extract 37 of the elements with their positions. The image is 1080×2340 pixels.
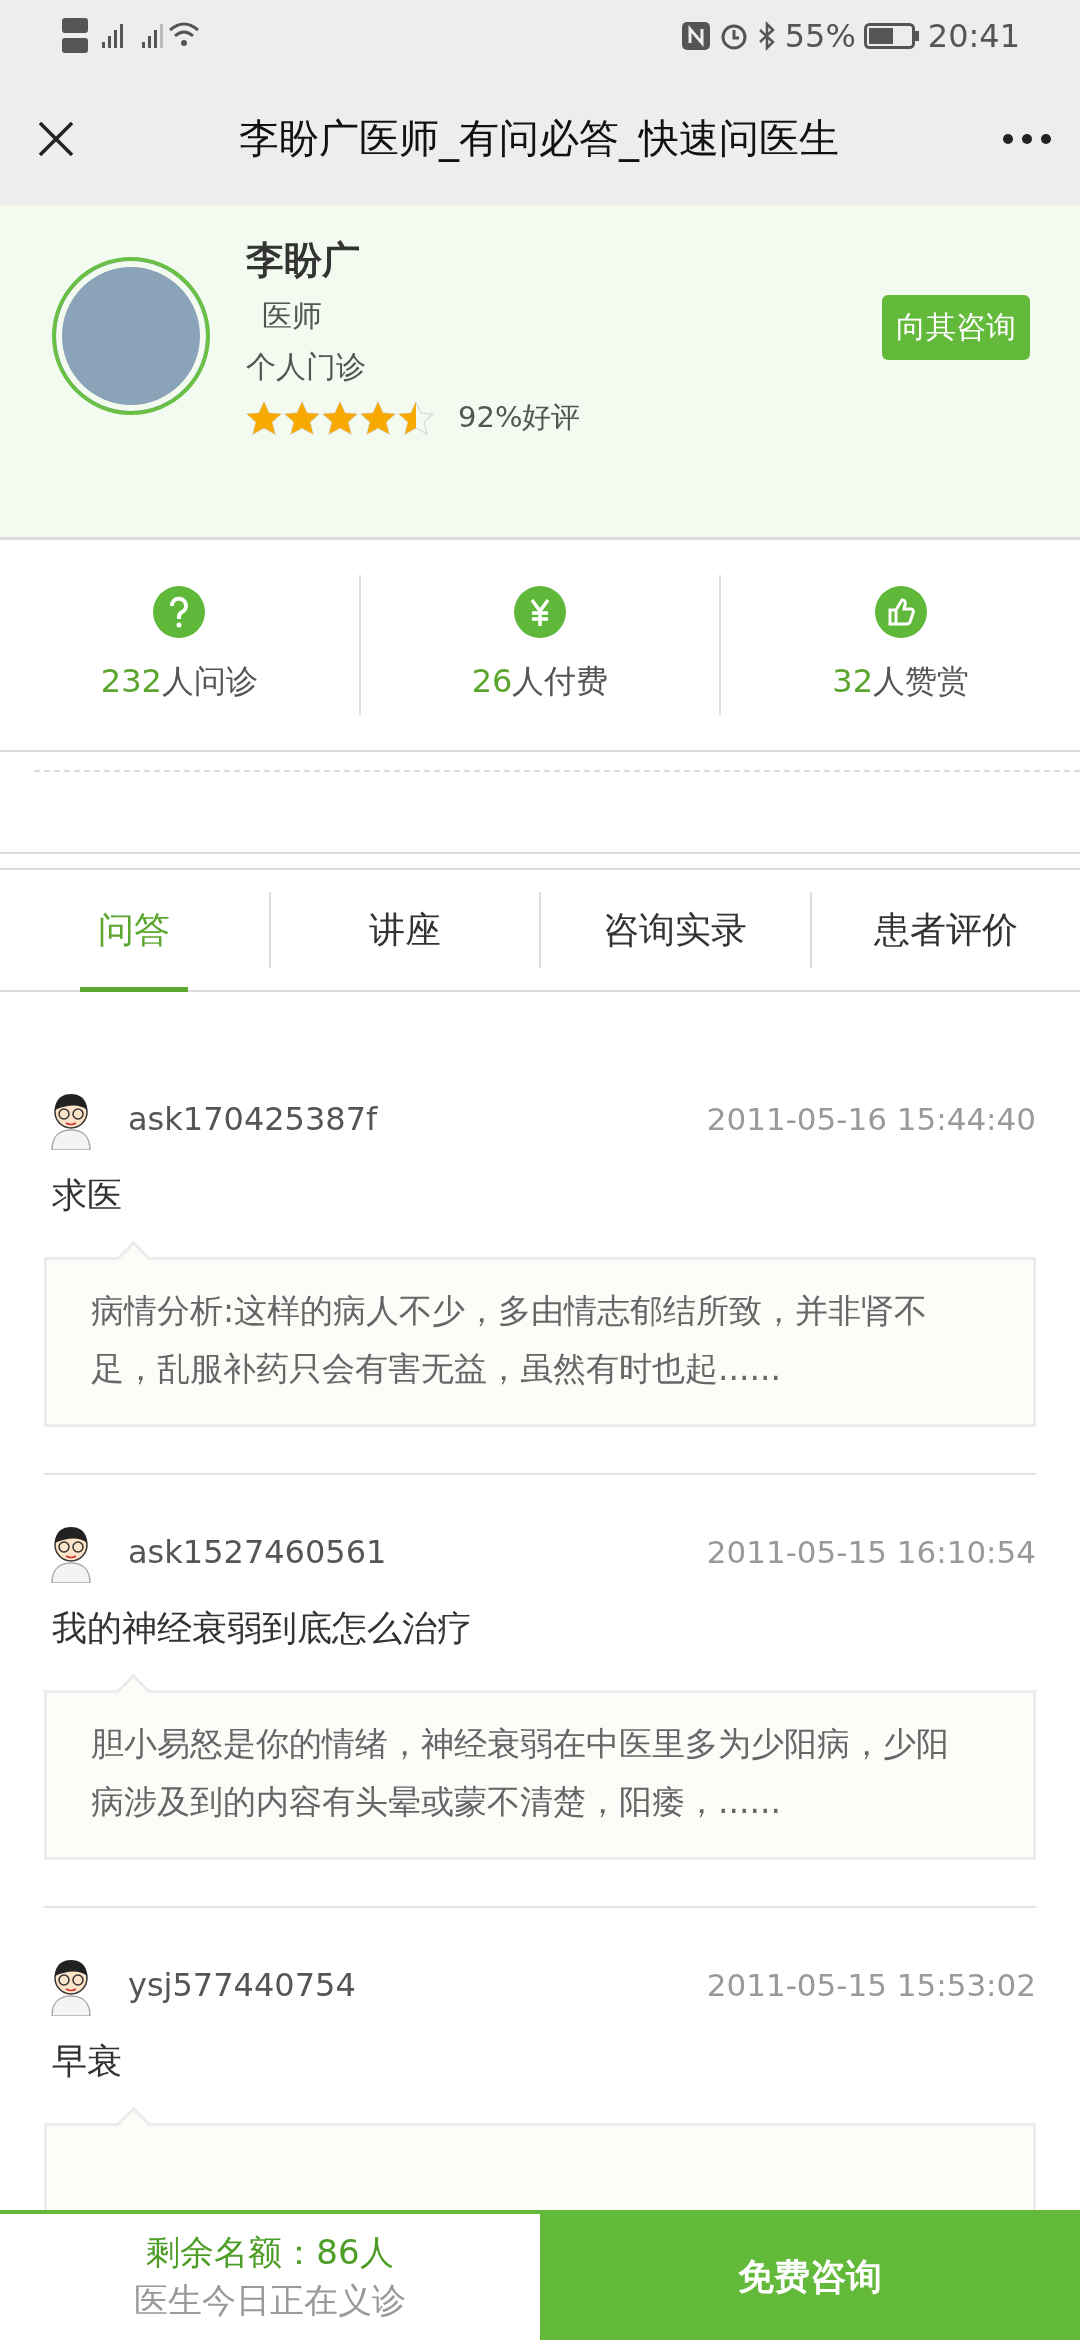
thumbs-up-icon [874,586,927,638]
clinic-label: 个人门诊 [246,348,367,386]
free-clinic-note: 医生今日正在义诊 [134,2279,406,2322]
timestamp: 2011-05-16 15:44:40 [706,1101,1036,1137]
username: ysj577440754 [128,1966,357,2004]
answer-text: 胆小易怒是你的情绪，神经衰弱在中医里多为少阳病，少阳病涉及到的内容有头晕或蒙不清楚，阳痿，...... [91,1723,950,1823]
question-title[interactable]: 求医 [52,1172,1036,1219]
question-title[interactable]: 早衰 [52,2038,1036,2085]
battery-icon [863,23,920,49]
question-title[interactable]: 我的神经衰弱到底怎么治疗 [52,1605,1036,1652]
question-icon [153,586,206,638]
timestamp: 2011-05-15 16:10:54 [706,1534,1036,1570]
username: ask1527460561 [128,1533,388,1571]
tab[interactable]: 讲座 [270,870,539,990]
stat-label: 26人付费 [471,661,609,702]
doctor-name: 李盼广 [246,237,361,284]
username: ask170425387f [128,1100,379,1138]
doctor-title: 医师 [261,297,323,335]
quota-text: 剩余名额：86人 [146,2231,394,2274]
answer-text: 病情分析:这样的病人不少，多由情志郁结所致，并非肾不足，乱服补药只会有害无益，虽然有时也起...... [91,1290,929,1390]
star-icon [398,401,434,435]
tab[interactable]: 患者评价 [811,870,1080,990]
yen-icon [514,586,566,638]
more-icon [1002,132,1052,145]
star-icon [360,401,396,435]
clock: 20:41 [927,17,1020,55]
star-icon [246,401,282,435]
battery-percent: 55% [784,17,856,55]
tab[interactable]: 咨询实录 [541,870,810,990]
stat-label: 232人问诊 [100,661,258,702]
window-title: 李盼广医师_有问必答_快速问医生 [239,114,839,164]
rating-text: 92%好评 [458,399,581,436]
star-icon [322,401,358,435]
star-icon [284,401,320,435]
stat-label: 32人赞赏 [832,661,970,702]
nfc-icon [680,21,711,51]
timestamp: 2011-05-15 15:53:02 [706,1967,1036,2003]
